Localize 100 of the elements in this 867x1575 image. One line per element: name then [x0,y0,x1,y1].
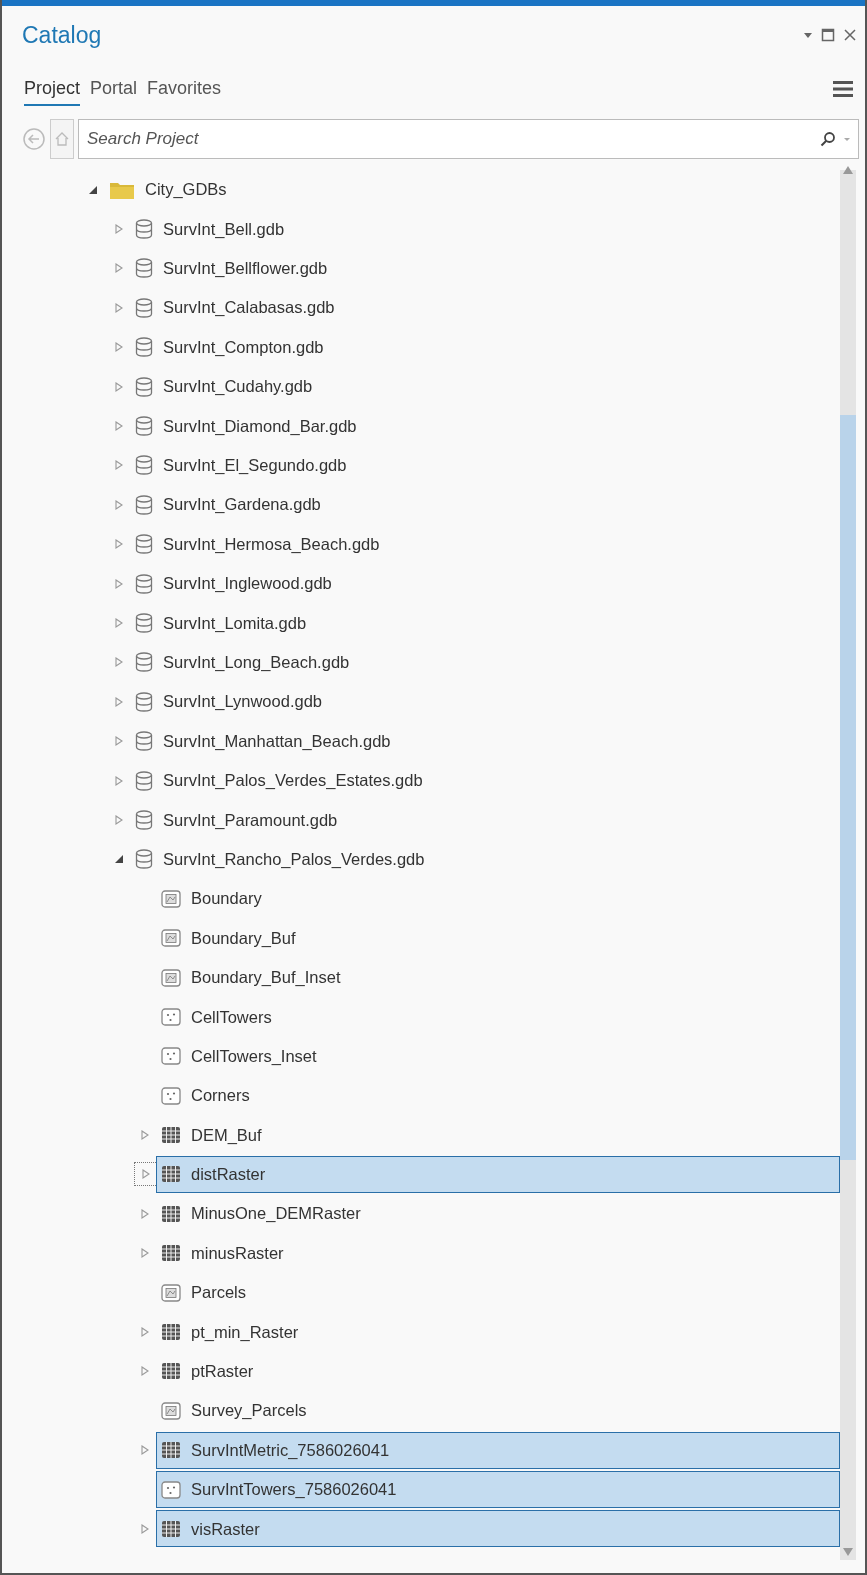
expand-icon[interactable] [140,1208,150,1219]
tree-item[interactable]: SurvInt_Lynwood.gdb [130,683,840,721]
tree-item[interactable]: CellTowers [156,998,840,1036]
scroll-thumb[interactable] [840,415,856,1160]
item-label: ptRaster [191,1361,254,1383]
expand-icon[interactable] [114,460,124,471]
item-label: SurvInt_Lynwood.gdb [163,691,322,713]
tree-item[interactable]: SurvInt_El_Segundo.gdb [130,446,840,484]
database-icon [135,573,153,594]
dropdown-icon[interactable] [844,136,850,142]
tree-item[interactable]: visRaster [156,1510,840,1548]
tree-item[interactable]: SurvInt_Manhattan_Beach.gdb [130,722,840,760]
tree-item[interactable]: SurvInt_Hermosa_Beach.gdb [130,525,840,563]
database-icon [135,376,153,397]
expand-icon[interactable] [114,224,124,235]
scroll-up-icon[interactable] [843,166,853,174]
tree-item[interactable]: SurvInt_Inglewood.gdb [130,565,840,603]
home-button[interactable] [50,119,74,159]
item-label: minusRaster [191,1242,284,1264]
home-icon [55,132,69,146]
dropdown-icon[interactable] [803,31,813,39]
tree-item[interactable]: pt_min_Raster [156,1313,840,1351]
close-icon[interactable] [843,28,857,42]
polygon-layer-icon [161,1283,181,1302]
tree-item[interactable]: SurvInt_Paramount.gdb [130,801,840,839]
tree-item[interactable]: SurvInt_Lomita.gdb [130,604,840,642]
tree-item[interactable]: SurvInt_Compton.gdb [130,328,840,366]
collapse-icon[interactable] [114,854,124,865]
expand-icon[interactable] [114,499,124,510]
expand-icon[interactable] [140,1523,150,1534]
expand-icon[interactable] [140,1366,150,1377]
tab[interactable]: Portal [90,72,138,106]
item-label: SurvInt_Bellflower.gdb [163,258,328,280]
item-label: Corners [191,1085,250,1107]
tree-item[interactable]: SurvInt_Calabasas.gdb [130,289,840,327]
maximize-icon[interactable] [821,28,835,42]
expand-icon[interactable] [114,381,124,392]
item-label: SurvInt_Compton.gdb [163,336,324,358]
tree-item[interactable]: SurvInt_Rancho_Palos_Verdes.gdb [130,840,840,878]
tree-item[interactable]: Parcels [156,1274,840,1312]
item-label: distRaster [191,1164,266,1186]
expand-icon[interactable] [114,421,124,432]
tree-item[interactable]: ptRaster [156,1352,840,1390]
search-icon[interactable] [820,131,836,147]
tree-item[interactable]: Boundary [156,880,840,918]
expand-icon[interactable] [114,618,124,628]
raster-grid-icon [161,1323,181,1341]
database-icon [135,455,153,476]
tree-item[interactable]: SurvInt_Palos_Verdes_Estates.gdb [130,762,840,800]
tree-item[interactable]: SurvInt_Bellflower.gdb [130,249,840,287]
search-field[interactable]: Search Project [87,126,812,152]
scroll-down-icon[interactable] [843,1548,853,1556]
item-label: SurvInt_Bell.gdb [163,218,285,240]
expand-icon[interactable] [140,1327,150,1337]
expand-icon[interactable] [140,1130,150,1141]
search-box[interactable]: Search Project [78,119,859,159]
polygon-layer-icon [161,968,181,987]
tree-item[interactable]: City_GDBs [104,171,840,209]
expand-icon[interactable] [114,696,124,707]
polygon-layer-icon [161,1401,181,1420]
tree-item[interactable]: Boundary_Buf_Inset [156,959,840,996]
tree-item[interactable]: SurvIntMetric_7586026041 [156,1431,840,1469]
expand-icon[interactable] [114,302,124,313]
expand-icon[interactable] [114,342,124,353]
expand-icon[interactable] [114,814,124,825]
tree-item[interactable]: SurvInt_Gardena.gdb [130,486,840,524]
tab[interactable]: Favorites [147,72,222,106]
item-label: SurvInt_Palos_Verdes_Estates.gdb [163,770,423,792]
tree-item[interactable]: SurvInt_Long_Beach.gdb [130,643,840,681]
expand-icon[interactable] [140,1169,151,1180]
tree-item[interactable]: DEM_Buf [156,1116,840,1154]
menu-icon[interactable] [833,80,853,98]
expand-icon[interactable] [114,263,124,274]
tab[interactable]: Project [24,72,81,106]
tree-item[interactable]: SurvInt_Cudahy.gdb [130,368,840,406]
expand-icon[interactable] [114,578,124,589]
tree-item[interactable]: CellTowers_Inset [156,1037,840,1075]
expand-icon[interactable] [114,657,124,668]
item-label: SurvInt_Lomita.gdb [163,612,307,634]
tree-item[interactable]: SurvIntTowers_7586026041 [156,1471,840,1509]
tree-item[interactable]: minusRaster [156,1234,840,1272]
database-icon [135,613,153,633]
tree-item[interactable]: MinusOne_DEMRaster [156,1195,840,1233]
expand-icon[interactable] [114,736,124,747]
database-icon [135,652,153,673]
tree-item[interactable]: distRaster [156,1155,840,1193]
tree-item[interactable]: Survey_Parcels [156,1392,840,1430]
tree-item[interactable]: SurvInt_Bell.gdb [130,210,840,248]
tree-item[interactable]: Corners [156,1077,840,1115]
database-icon [135,770,153,791]
expand-icon[interactable] [140,1445,150,1456]
tree-item[interactable]: SurvInt_Diamond_Bar.gdb [130,407,840,445]
expand-icon[interactable] [140,1248,150,1259]
raster-grid-icon [161,1126,181,1145]
back-icon[interactable] [22,127,46,151]
expand-icon[interactable] [114,775,124,786]
database-icon [135,494,153,515]
expand-icon[interactable] [114,539,124,550]
tree-item[interactable]: Boundary_Buf [156,919,840,957]
collapse-icon[interactable] [88,184,98,195]
